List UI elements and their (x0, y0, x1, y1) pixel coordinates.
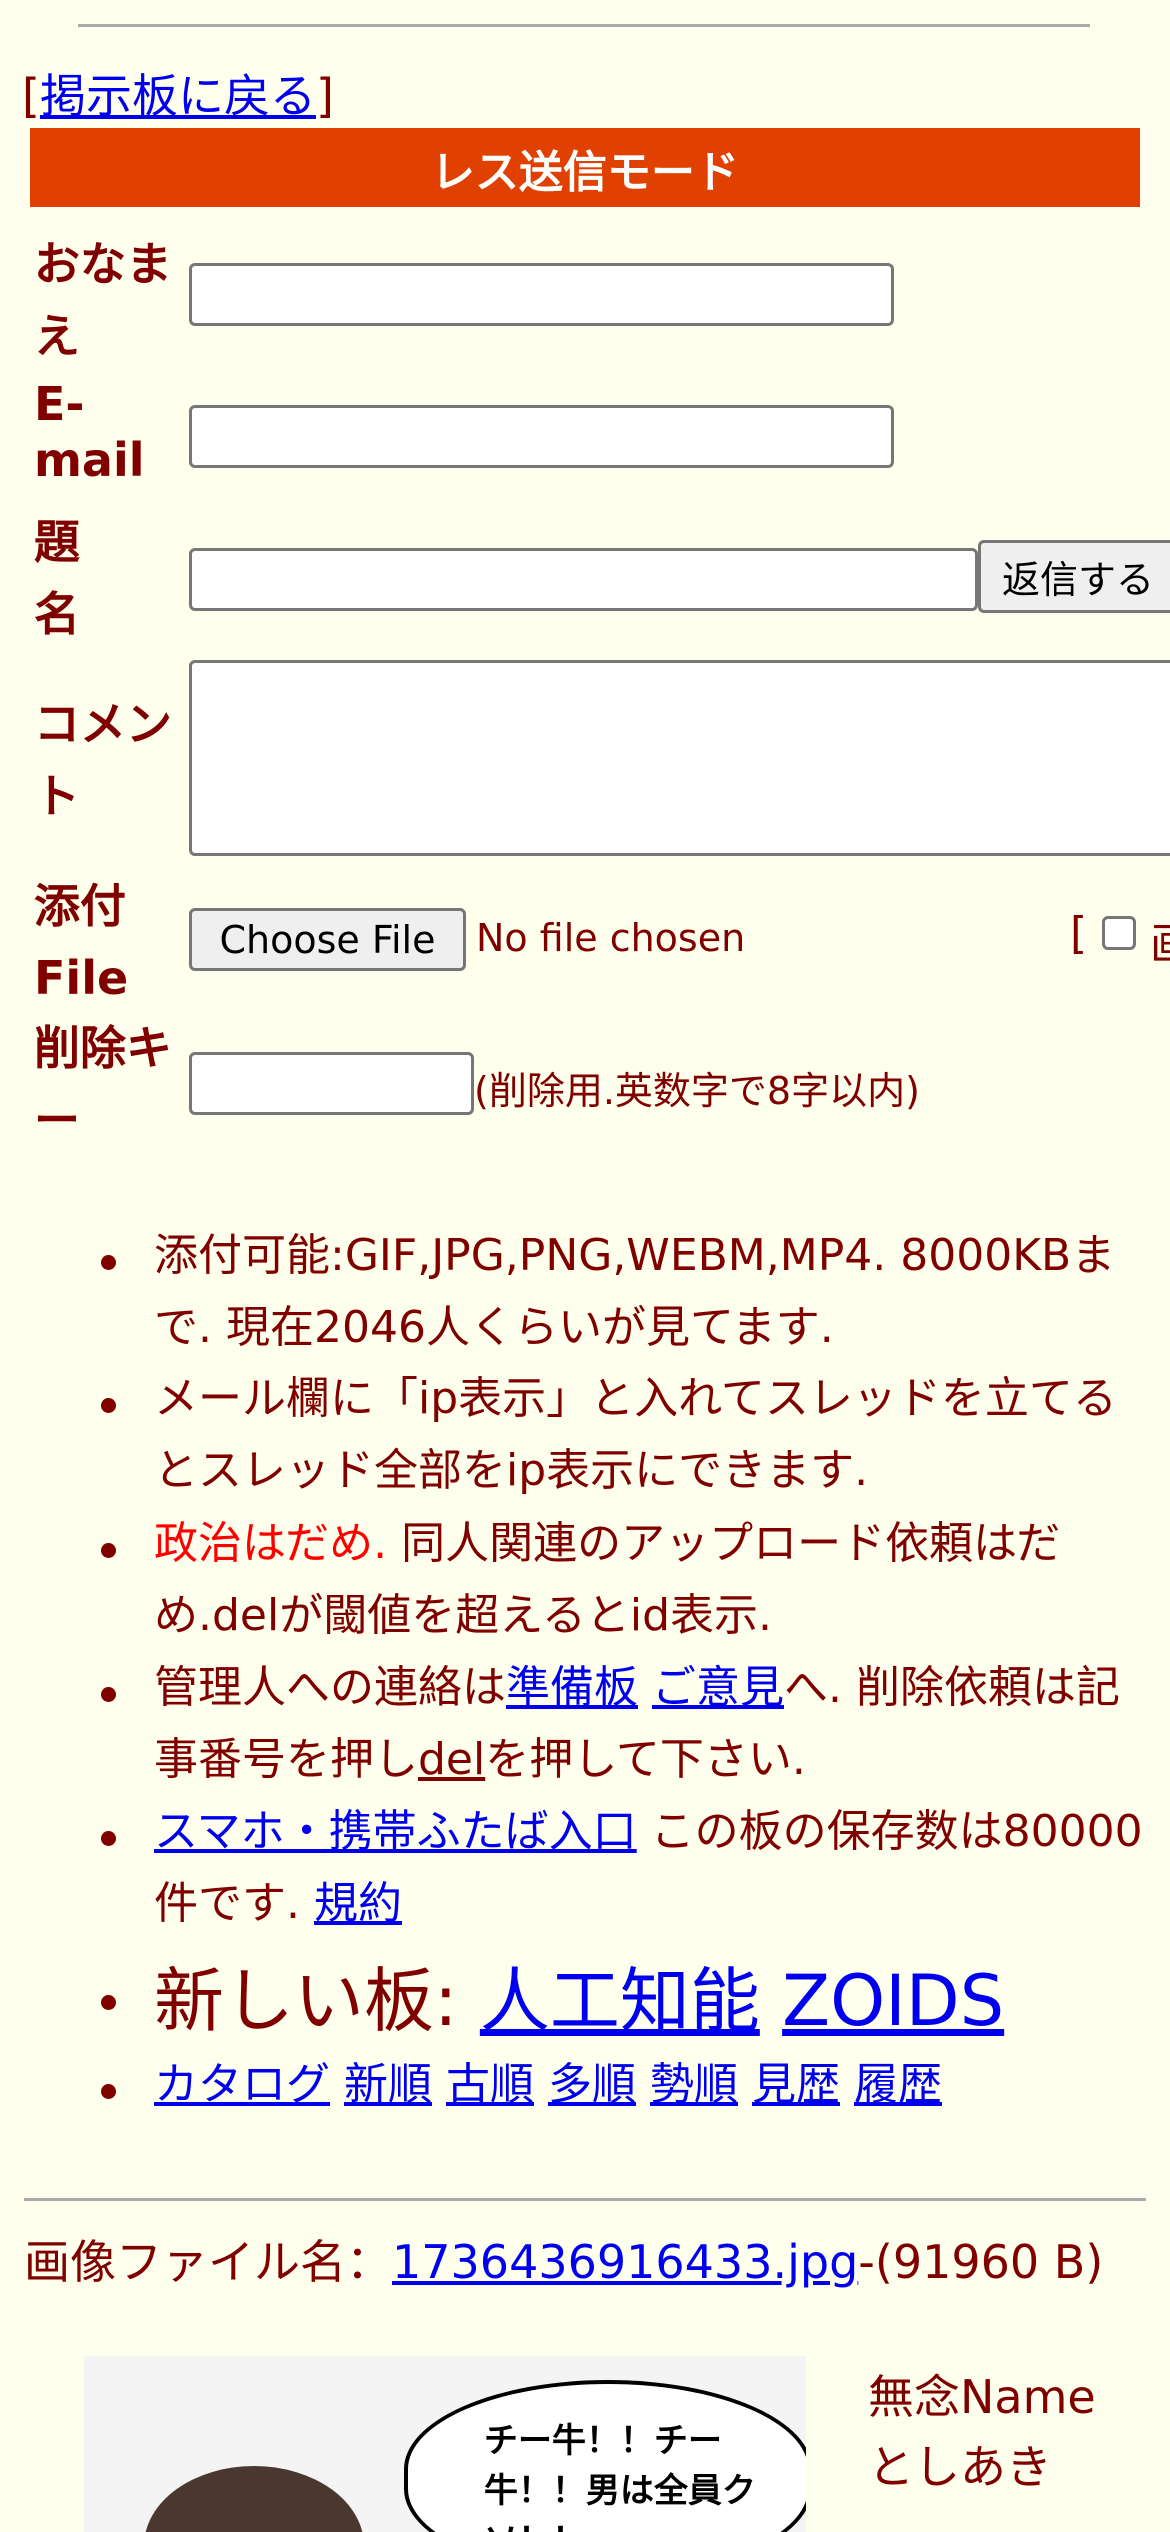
name-line: 無念Name (868, 2370, 1096, 2424)
image-option-checkbox[interactable] (1102, 916, 1136, 950)
poster-name: としあき (868, 2440, 1052, 2494)
post-name-block: 無念Name としあき (868, 2362, 1096, 2502)
sort-many-link[interactable]: 多順 (548, 2059, 636, 2110)
rule-contact: 管理人への連絡は準備板 ご意見へ. 削除依頼は記事番号を押しdelを押して下さい… (154, 1662, 1120, 1785)
post-thumbnail[interactable]: チー牛！！チー牛！！男は全員クソ！！ (84, 2356, 806, 2532)
back-to-board-link[interactable]: 掲示板に戻る (40, 69, 316, 123)
subject-label: 題名 (34, 515, 80, 641)
rule-ip-display: メール欄に「ip表示」と入れてスレッドを立てるとスレッド全部をip表示にできます… (154, 1373, 1117, 1496)
reply-submit-button[interactable]: 返信する (978, 540, 1170, 613)
name-label: おなまえ (34, 237, 172, 363)
sort-old-link[interactable]: 古順 (446, 2059, 534, 2110)
bullet (101, 1831, 116, 1846)
ai-board-link[interactable]: 人工知能 (480, 1960, 760, 2042)
subject-input[interactable] (189, 548, 978, 611)
feedback-link[interactable]: ご意見 (652, 1662, 784, 1713)
zoids-board-link[interactable]: ZOIDS (782, 1960, 1004, 2042)
rule-attachments: 添付可能:GIF,JPG,PNG,WEBM,MP4. 8000KBまで. 現在2… (154, 1230, 1116, 1353)
file-label: 添付File (34, 879, 129, 1005)
sort-new-link[interactable]: 新順 (344, 2059, 432, 2110)
back-nav: [掲示板に戻る] (22, 69, 334, 123)
rule-politics: 政治はだめ. 同人関連のアップロード依頼はだめ.delが閾値を超えるとid表示. (154, 1518, 1061, 1641)
name-input[interactable] (189, 263, 894, 326)
bullet (101, 1687, 116, 1702)
catalog-link[interactable]: カタログ (154, 2059, 330, 2110)
comment-label: コメント (34, 697, 172, 823)
sort-momentum-link[interactable]: 勢順 (650, 2059, 738, 2110)
bullet (101, 1543, 116, 1558)
politics-warning: 政治はだめ. (154, 1518, 388, 1569)
post-divider (24, 2198, 1146, 2201)
character-illustration (144, 2466, 364, 2532)
history-link[interactable]: 履歴 (854, 2059, 942, 2110)
image-option-label: 画 (1150, 908, 1170, 972)
bullet (101, 1255, 116, 1270)
image-file-link[interactable]: 1736436916433.jpg (392, 2235, 858, 2289)
delete-key-label: 削除キー (34, 1021, 172, 1147)
speech-bubble-text: チー牛！！チー牛！！男は全員クソ！！ (484, 2421, 756, 2532)
sort-links: カタログ 新順 古順 多順 勢順 見歴 履歴 (154, 2049, 1154, 2121)
bullet (101, 1995, 116, 2010)
junbi-board-link[interactable]: 準備板 (506, 1662, 638, 1713)
no-file-chosen-text: No file chosen (476, 916, 746, 960)
rule-mobile: スマホ・携帯ふたば入口 この板の保存数は80000件です. 規約 (154, 1806, 1143, 1929)
delete-key-hint: (削除用.英数字で8字以内) (474, 1069, 920, 1113)
email-label: E-mail (34, 377, 145, 487)
email-input[interactable] (189, 405, 894, 468)
post-file-info: 画像ファイル名：1736436916433.jpg-(91960 B) (24, 2235, 1104, 2289)
reply-mode-banner: レス送信モード (30, 128, 1140, 207)
del-link[interactable]: del (418, 1734, 485, 1785)
viewed-history-link[interactable]: 見歴 (752, 2059, 840, 2110)
mobile-entrance-link[interactable]: スマホ・携帯ふたば入口 (154, 1806, 637, 1857)
image-option-bracket: [ (1070, 908, 1088, 959)
comment-textarea[interactable] (189, 660, 1170, 856)
terms-link[interactable]: 規約 (314, 1878, 402, 1929)
rule-new-boards: 新しい板: 人工知能 ZOIDS (154, 1960, 1005, 2042)
bullet (101, 2084, 116, 2099)
top-divider (78, 24, 1090, 27)
delete-key-input[interactable] (189, 1052, 474, 1115)
bullet (101, 1398, 116, 1413)
choose-file-button[interactable]: Choose File (189, 908, 466, 971)
